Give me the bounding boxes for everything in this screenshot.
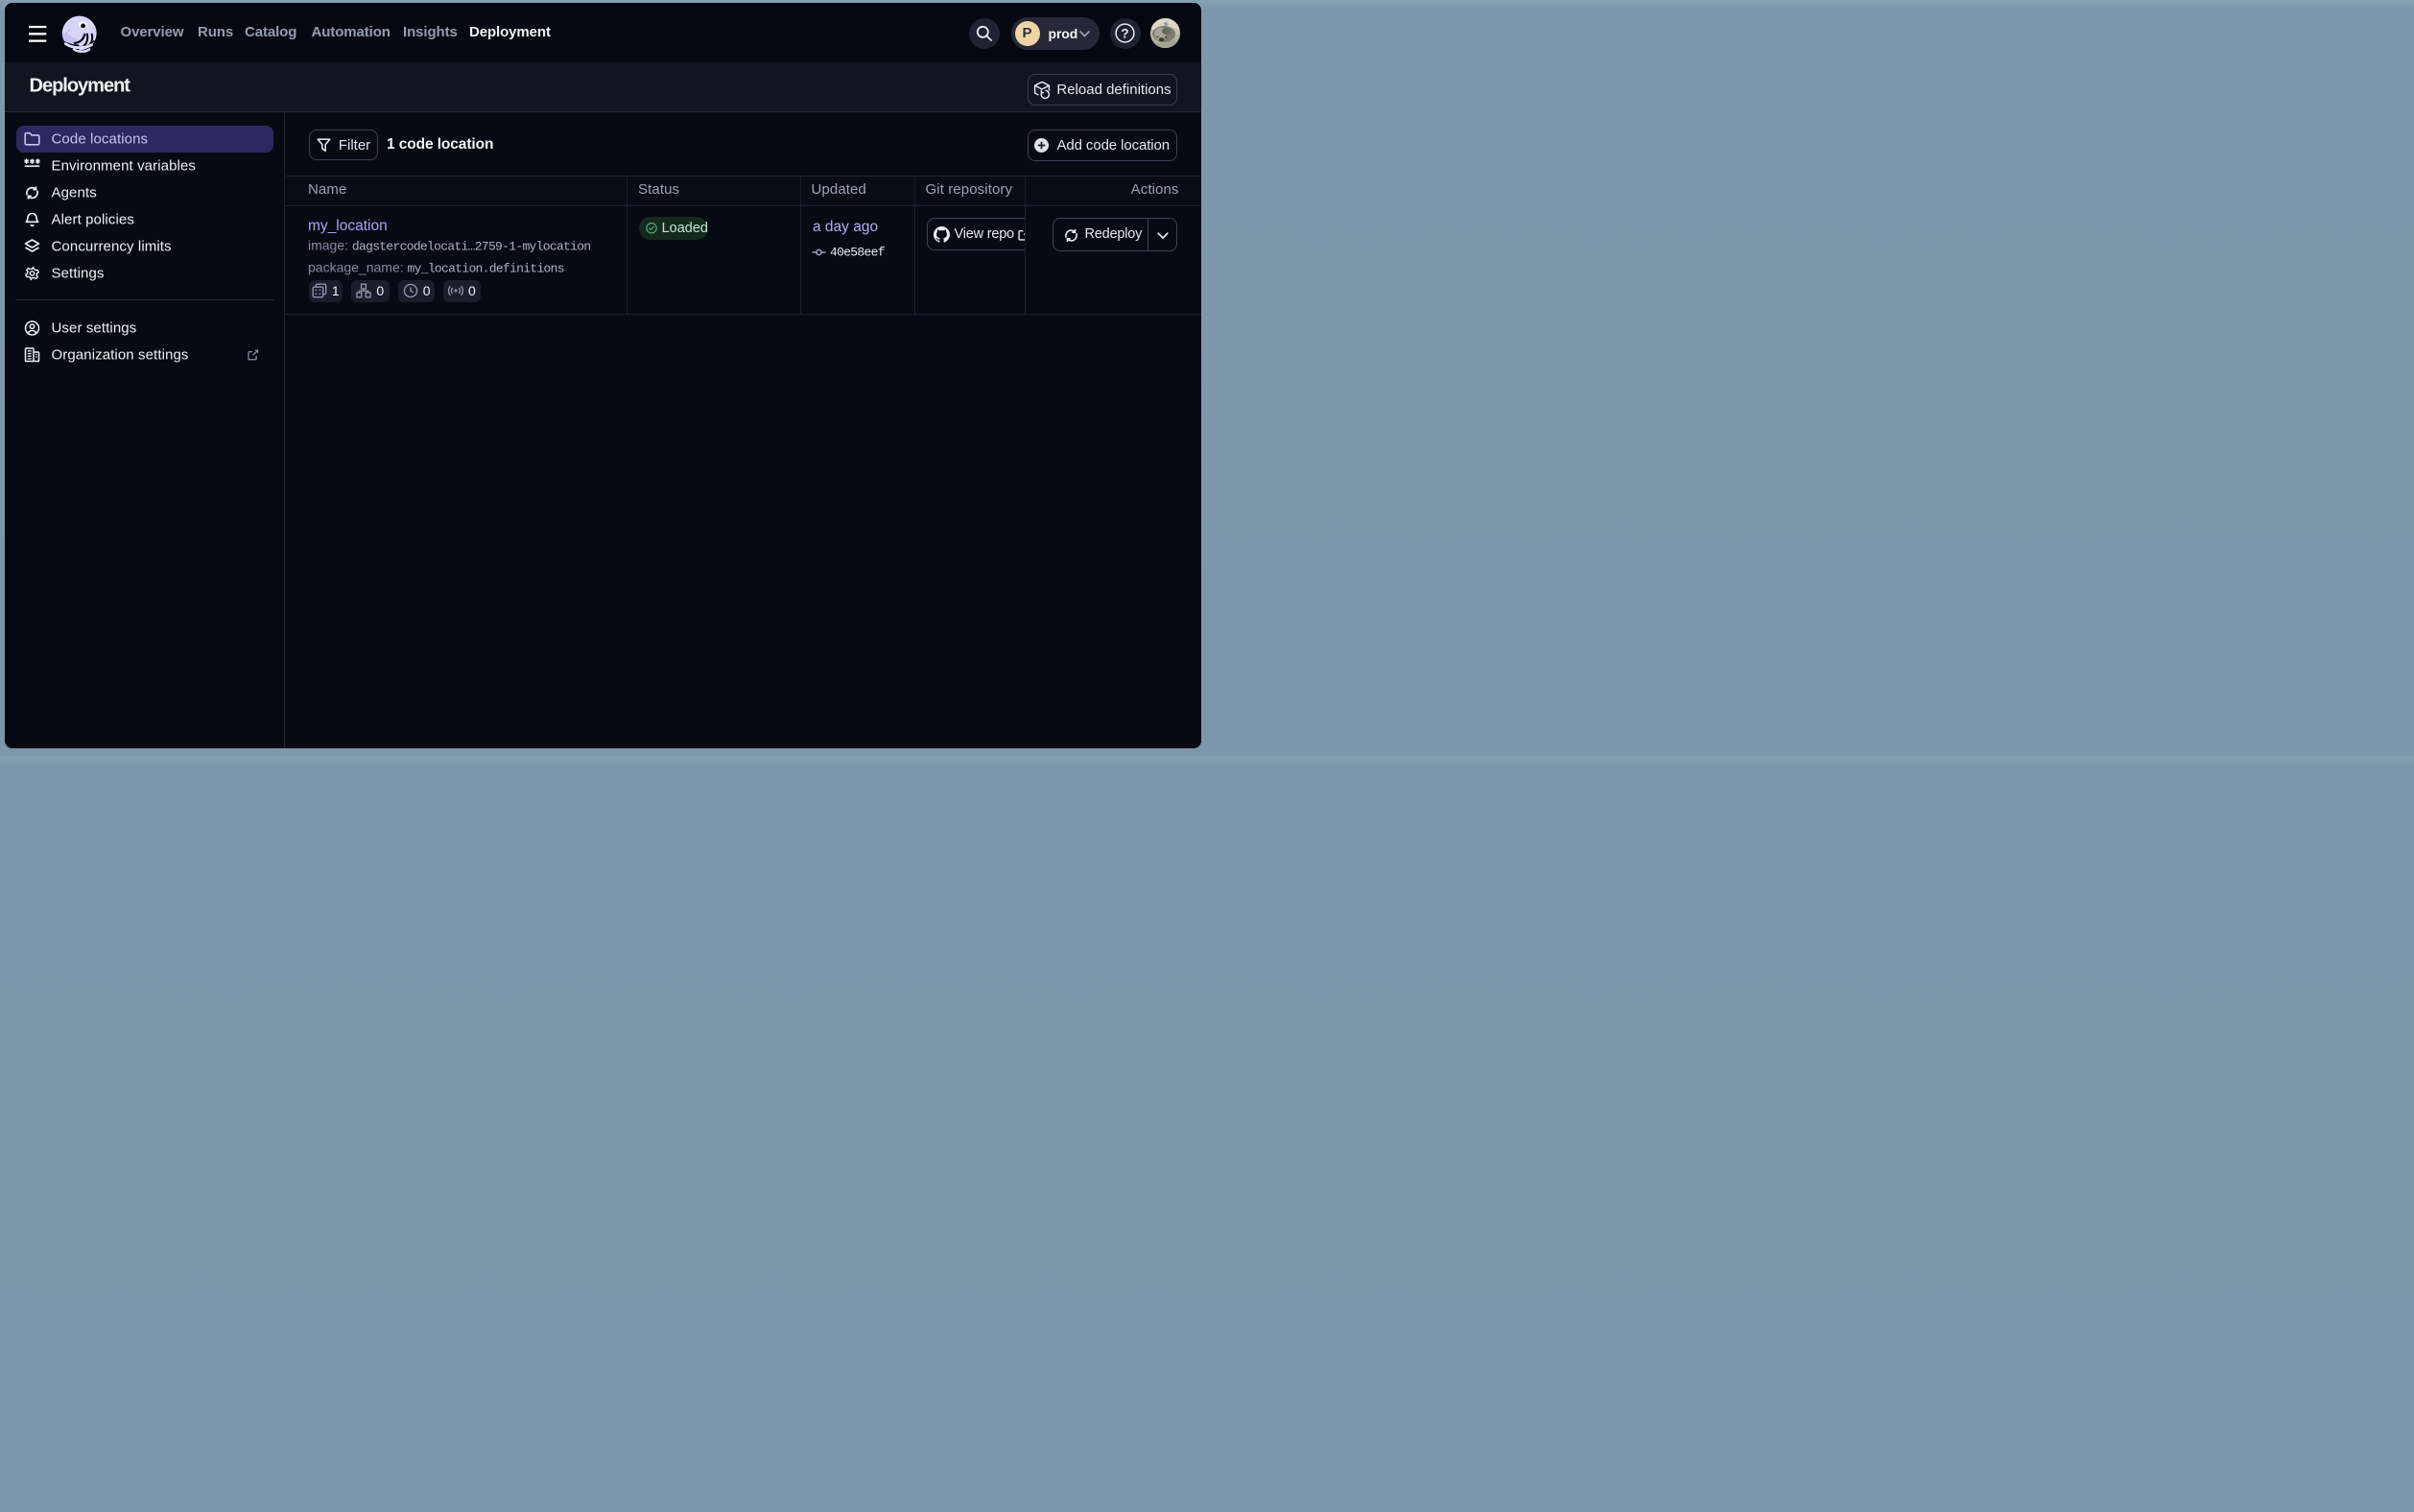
svg-text:?: ?: [1121, 26, 1128, 40]
